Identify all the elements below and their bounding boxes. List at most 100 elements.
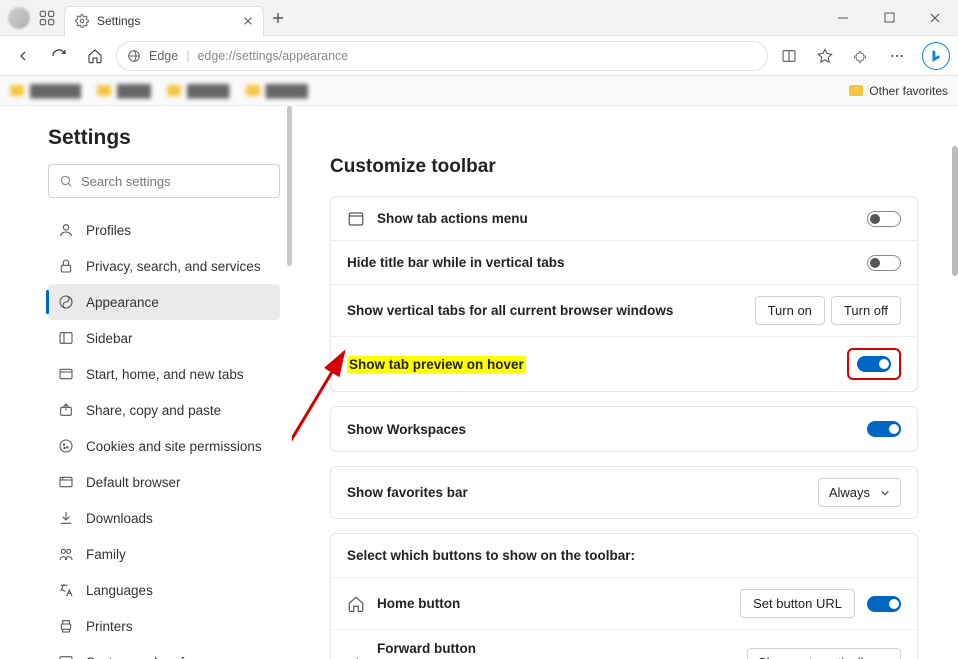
highlighted-label: Show tab preview on hover (347, 356, 526, 373)
nav-start[interactable]: Start, home, and new tabs (48, 356, 280, 392)
settings-sidebar: Settings Profiles Privacy, search, and s… (0, 106, 292, 659)
gear-icon (75, 14, 89, 28)
main-scrollbar[interactable] (951, 106, 958, 658)
printer-icon (58, 618, 74, 634)
nav-appearance[interactable]: Appearance (48, 284, 280, 320)
fav-item[interactable]: ██████ (10, 84, 81, 98)
edge-logo-icon (127, 49, 141, 63)
new-tab-button[interactable] (272, 12, 284, 24)
toggle-tab-actions[interactable] (867, 211, 901, 227)
settings-nav: Profiles Privacy, search, and services A… (48, 212, 280, 659)
close-icon[interactable] (243, 16, 253, 26)
overflow-menu-icon[interactable] (882, 41, 912, 71)
nav-default[interactable]: Default browser (48, 464, 280, 500)
nav-label: Privacy, search, and services (86, 259, 261, 274)
select-value: Always (829, 485, 870, 500)
turn-on-button[interactable]: Turn on (755, 296, 825, 325)
toggle-home-button[interactable] (867, 596, 901, 612)
row-label: Hide title bar while in vertical tabs (347, 255, 855, 270)
url-source: Edge (149, 49, 178, 63)
section-title: Customize toolbar (330, 156, 918, 178)
settings-heading: Settings (48, 126, 280, 150)
row-favorites-bar: Show favorites bar Always (331, 467, 917, 518)
nav-sidebar[interactable]: Sidebar (48, 320, 280, 356)
row-label: Select which buttons to show on the tool… (347, 548, 901, 563)
nav-label: Downloads (86, 511, 153, 526)
back-button[interactable] (8, 41, 38, 71)
nav-label: Sidebar (86, 331, 133, 346)
row-label: Show tab actions menu (377, 211, 855, 226)
maximize-button[interactable] (866, 0, 912, 36)
toolbar-card-4: Select which buttons to show on the tool… (330, 533, 918, 659)
row-label: Home button (377, 596, 728, 611)
share-icon (58, 402, 74, 418)
monitor-icon (58, 654, 74, 659)
url-text: edge://settings/appearance (197, 49, 348, 63)
nav-label: Profiles (86, 223, 131, 238)
nav-label: Start, home, and new tabs (86, 367, 244, 382)
toggle-hide-title[interactable] (867, 255, 901, 271)
split-screen-icon[interactable] (774, 41, 804, 71)
appearance-icon (58, 294, 74, 310)
sidebar-icon (58, 330, 74, 346)
toolbar-card-2: Show Workspaces (330, 406, 918, 452)
download-icon (58, 510, 74, 526)
favorites-bar: ██████ ████ █████ █████ Other favorites (0, 76, 958, 106)
profile-avatar[interactable] (8, 7, 30, 29)
other-favorites-label: Other favorites (869, 84, 948, 98)
other-favorites[interactable]: Other favorites (849, 84, 948, 98)
turn-off-button[interactable]: Turn off (831, 296, 901, 325)
nav-family[interactable]: Family (48, 536, 280, 572)
nav-label: Printers (86, 619, 133, 634)
forward-select[interactable]: Show automatically (747, 648, 901, 659)
address-bar[interactable]: Edge | edge://settings/appearance (116, 41, 768, 71)
url-separator: | (186, 49, 189, 63)
row-label: Show vertical tabs for all current brows… (347, 303, 743, 318)
language-icon (58, 582, 74, 598)
set-url-button[interactable]: Set button URL (740, 589, 855, 618)
fav-item[interactable]: █████ (167, 84, 230, 98)
select-value: Show automatically (758, 655, 870, 659)
row-preview-hover: Show tab preview on hover (331, 337, 917, 391)
favorites-bar-select[interactable]: Always (818, 478, 901, 507)
home-button[interactable] (80, 41, 110, 71)
refresh-button[interactable] (44, 41, 74, 71)
fav-item[interactable]: ████ (97, 84, 151, 98)
close-window-button[interactable] (912, 0, 958, 36)
nav-languages[interactable]: Languages (48, 572, 280, 608)
workspaces-icon[interactable] (38, 9, 56, 27)
titlebar: Settings (0, 0, 958, 36)
fav-item[interactable]: █████ (246, 84, 309, 98)
nav-printers[interactable]: Printers (48, 608, 280, 644)
nav-label: Languages (86, 583, 153, 598)
nav-profiles[interactable]: Profiles (48, 212, 280, 248)
favorite-icon[interactable] (810, 41, 840, 71)
row-home-button: Home button Set button URL (331, 578, 917, 630)
nav-label: Family (86, 547, 126, 562)
window-controls (820, 0, 958, 36)
toggle-preview-hover[interactable] (857, 356, 891, 372)
search-input[interactable] (48, 164, 280, 198)
bing-button[interactable] (922, 42, 950, 70)
browser-toolbar: Edge | edge://settings/appearance (0, 36, 958, 76)
extensions-icon[interactable] (846, 41, 876, 71)
search-field[interactable] (81, 174, 269, 189)
nav-share[interactable]: Share, copy and paste (48, 392, 280, 428)
tab-title: Settings (97, 14, 235, 28)
nav-downloads[interactable]: Downloads (48, 500, 280, 536)
nav-privacy[interactable]: Privacy, search, and services (48, 248, 280, 284)
row-label: Show tab preview on hover (347, 357, 835, 372)
row-toolbar-header: Select which buttons to show on the tool… (331, 534, 917, 578)
row-vertical-tabs: Show vertical tabs for all current brows… (331, 285, 917, 337)
chevron-down-icon (880, 488, 890, 498)
minimize-button[interactable] (820, 0, 866, 36)
toggle-workspaces[interactable] (867, 421, 901, 437)
family-icon (58, 546, 74, 562)
nav-cookies[interactable]: Cookies and site permissions (48, 428, 280, 464)
highlight-ring (847, 348, 901, 380)
row-workspaces: Show Workspaces (331, 407, 917, 451)
nav-system[interactable]: System and performance (48, 644, 280, 659)
nav-label: System and performance (86, 655, 237, 659)
toolbar-card-1: Show tab actions menu Hide title bar whi… (330, 196, 918, 392)
browser-tab[interactable]: Settings (64, 6, 264, 36)
